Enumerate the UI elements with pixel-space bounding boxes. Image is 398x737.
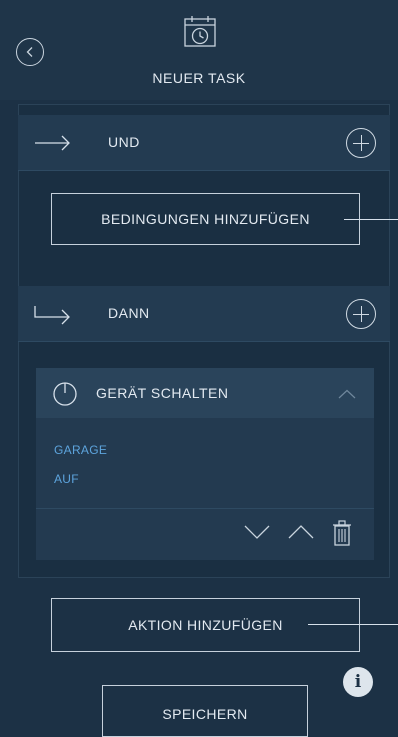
calendar-clock-icon <box>184 16 216 47</box>
card-divider <box>36 508 374 509</box>
arrow-right-icon <box>35 135 70 151</box>
chevron-left-icon <box>26 47 33 57</box>
page-title: NEUER TASK <box>152 70 246 86</box>
action-param-device: GARAGE <box>54 443 108 457</box>
add-action-button-label: AKTION HINZUFÜGEN <box>128 617 283 633</box>
connector-line <box>308 624 398 625</box>
add-conditions-button-label: BEDINGUNGEN HINZUFÜGEN <box>101 211 310 227</box>
add-action-plus-button[interactable] <box>346 299 376 329</box>
add-condition-plus-button[interactable] <box>346 128 376 158</box>
chevron-up-icon[interactable] <box>338 389 356 399</box>
trash-icon[interactable] <box>332 520 352 546</box>
power-icon <box>53 382 77 406</box>
info-icon: i <box>354 672 362 692</box>
action-card: GERÄT SCHALTEN GARAGE AUF <box>36 368 374 560</box>
save-button-label: SPEICHERN <box>162 706 248 722</box>
save-button[interactable]: SPEICHERN <box>102 685 308 737</box>
action-card-header[interactable]: GERÄT SCHALTEN <box>36 368 374 418</box>
move-up-icon[interactable] <box>288 524 314 540</box>
actions-section-header: DANN <box>18 286 390 342</box>
info-button[interactable]: i <box>343 667 373 697</box>
action-param-state: AUF <box>54 472 79 486</box>
add-action-button[interactable]: AKTION HINZUFÜGEN <box>51 598 360 652</box>
back-button[interactable] <box>16 38 44 66</box>
add-conditions-button[interactable]: BEDINGUNGEN HINZUFÜGEN <box>51 193 360 245</box>
move-down-icon[interactable] <box>244 524 270 540</box>
connector-line <box>344 219 398 220</box>
action-card-title: GERÄT SCHALTEN <box>96 385 229 401</box>
header: NEUER TASK <box>0 0 398 100</box>
arrow-turn-right-icon <box>34 306 70 325</box>
conditions-section-label: UND <box>108 134 140 150</box>
actions-section-label: DANN <box>108 305 150 321</box>
conditions-section-header: UND <box>18 115 390 171</box>
